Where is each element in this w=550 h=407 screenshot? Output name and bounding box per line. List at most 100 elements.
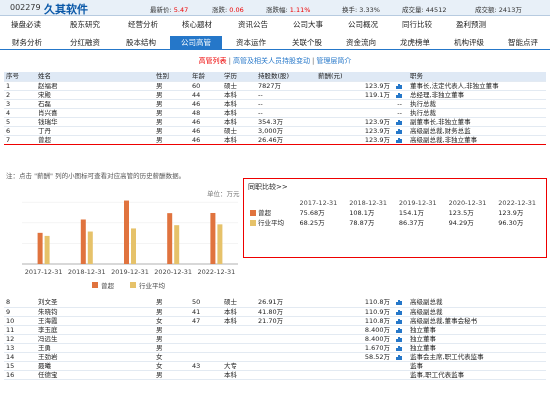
- cell-name[interactable]: 王海霞: [36, 316, 154, 326]
- bar-chart-icon[interactable]: [396, 128, 402, 134]
- col-age[interactable]: 年龄: [190, 72, 222, 82]
- quote-amount: 成交额: 2413万: [475, 6, 522, 14]
- nav-yingli[interactable]: 盈利预测: [446, 18, 496, 32]
- nav-fenhong[interactable]: 分红融资: [60, 36, 110, 50]
- col-post[interactable]: 职务: [408, 72, 546, 82]
- nav-caopan[interactable]: 操盘必读: [2, 18, 50, 32]
- cell-pay: 110.9万: [316, 307, 408, 317]
- quote-turnover: 换手: 3.33%: [342, 6, 380, 14]
- cell-name[interactable]: 刘文圣: [36, 298, 154, 308]
- nav-ziben[interactable]: 资本运作: [226, 36, 276, 50]
- col-sex[interactable]: 性别: [154, 72, 190, 82]
- col-name[interactable]: 姓名: [36, 72, 154, 82]
- bar-chart-icon[interactable]: [396, 345, 402, 351]
- nav-jingying[interactable]: 经营分析: [118, 18, 168, 32]
- nav-guben[interactable]: 股本结构: [116, 36, 166, 50]
- nav-dashi[interactable]: 公司大事: [283, 18, 333, 32]
- table-row[interactable]: 10 王海霞女 47 本科 21.70万 110.8万 高级副总裁,董事会秘书: [4, 316, 546, 326]
- cell-name[interactable]: 石磊: [36, 99, 154, 109]
- cell-post: 独立董事: [408, 334, 546, 344]
- table-row[interactable]: 6 丁丹男 46 硕士 3,000万 123.9万 高级副总裁,财务总监: [4, 126, 546, 136]
- cell-name[interactable]: 冯远生: [36, 334, 154, 344]
- cell-name[interactable]: 钱瑞华: [36, 117, 154, 127]
- nav-zijin[interactable]: 资金流向: [336, 36, 386, 50]
- legend-swatch: [130, 282, 136, 288]
- col-edu[interactable]: 学历: [222, 72, 256, 82]
- cell-name[interactable]: 朱晓钧: [36, 307, 154, 317]
- cell-no: 3: [4, 99, 36, 109]
- nav-jigou[interactable]: 机构评级: [444, 36, 494, 50]
- table-row[interactable]: 11 李玉庭男 8.400万 独立董事: [4, 325, 546, 335]
- table-row[interactable]: 3 石磊男 46 本科 -- -- 执行总裁: [4, 99, 546, 109]
- table-row[interactable]: 7 曾超男 46 本科 26.46万 123.9万 高级副总裁,非独立董事: [4, 134, 546, 145]
- nav-gudong[interactable]: 股东研究: [60, 18, 110, 32]
- cell-name[interactable]: 曾超: [36, 134, 154, 145]
- col-no[interactable]: 序号: [4, 72, 36, 82]
- subtab-list[interactable]: 高管列表: [199, 57, 227, 65]
- bar-chart-icon[interactable]: [396, 354, 402, 360]
- table-row[interactable]: 15 聂曦女 43 大专 监事: [4, 361, 546, 371]
- cell-age: 50: [190, 298, 222, 308]
- table-row[interactable]: 5 钱瑞华男 46 本科 354.3万 123.9万 副董事长,非独立董事: [4, 117, 546, 127]
- cell-sex: 女: [154, 361, 190, 371]
- table-row[interactable]: 12 冯远生男 8.400万 独立董事: [4, 334, 546, 344]
- bar-chart-icon[interactable]: [396, 309, 402, 315]
- cell-name[interactable]: 宋殿: [36, 90, 154, 100]
- col-shares[interactable]: 持股数(股): [256, 72, 316, 82]
- nav-tonghang[interactable]: 同行比较: [392, 18, 442, 32]
- cell-edu: 本科: [222, 108, 256, 118]
- popup-title[interactable]: 同职比较>>: [248, 182, 288, 192]
- nav-hexin[interactable]: 核心题材: [172, 18, 222, 32]
- x-tick-label: 2017-12-31: [25, 268, 63, 276]
- nav-caiwu[interactable]: 财务分析: [4, 36, 50, 50]
- cell-edu: [222, 325, 256, 335]
- cell-post: 副董事长,非独立董事: [408, 117, 546, 127]
- bar-chart-icon[interactable]: [396, 137, 402, 143]
- cell-name[interactable]: 王勇: [36, 343, 154, 353]
- nav-gaikuang[interactable]: 公司概况: [338, 18, 388, 32]
- subtab-holding-changes[interactable]: 高管及相关人员持股变动: [233, 57, 310, 65]
- bar-chart-icon[interactable]: [396, 92, 402, 98]
- nav-divider: [0, 49, 550, 50]
- cell-name[interactable]: 赵福君: [36, 81, 154, 91]
- bar-chart-icon[interactable]: [396, 336, 402, 342]
- cell-pay: 8.400万: [316, 334, 408, 344]
- cell-age: 46: [190, 126, 222, 136]
- cell-edu: [222, 334, 256, 344]
- col-pay[interactable]: 薪酬(元): [316, 72, 408, 82]
- table-row[interactable]: 2 宋殿男 44 本科 -- 119.1万 总经理,非独立董事: [4, 90, 546, 100]
- bar-person: [210, 212, 216, 264]
- bar-chart-icon[interactable]: [396, 318, 402, 324]
- nav-row-2: 财务分析 分红融资 股本结构 公司高管 资本运作 关联个股 资金流向 龙虎榜单 …: [0, 36, 550, 50]
- cell-age: 47: [190, 316, 222, 326]
- bar-chart-icon[interactable]: [396, 83, 402, 89]
- nav-zixun[interactable]: 资讯公告: [228, 18, 278, 32]
- nav-longhu[interactable]: 龙虎榜单: [390, 36, 440, 50]
- bar-industry: [174, 225, 180, 264]
- table-row[interactable]: 1 赵福君男 60 硕士 7827万 123.9万 董事长,法定代表人,非独立董事: [4, 81, 546, 91]
- cell-name[interactable]: 李玉庭: [36, 325, 154, 335]
- table-row[interactable]: 9 朱晓钧男 41 本科 41.80万 110.9万 高级副总裁: [4, 307, 546, 317]
- cell-name[interactable]: 聂曦: [36, 361, 154, 371]
- bar-chart-icon[interactable]: [396, 299, 402, 306]
- bar-chart-icon[interactable]: [396, 119, 402, 125]
- cell-name[interactable]: 任德宝: [36, 370, 154, 380]
- bar-chart-icon[interactable]: [396, 327, 402, 333]
- cell-no: 14: [4, 352, 36, 362]
- cell-name[interactable]: 肖兴喜: [36, 108, 154, 118]
- table-row[interactable]: 4 肖兴喜男 48 本科 -- -- 执行总裁: [4, 108, 546, 118]
- cell-no: 5: [4, 117, 36, 127]
- nav-gaoguan[interactable]: 公司高管: [170, 36, 222, 50]
- nav-zhineng[interactable]: 智能点评: [498, 36, 548, 50]
- cell-shares: 41.80万: [256, 307, 316, 317]
- cell-post: 监事,职工代表监事: [408, 370, 546, 380]
- cell-name[interactable]: 丁丹: [36, 126, 154, 136]
- table-row[interactable]: 8 刘文圣男 50 硕士 26.91万 110.8万 高级副总裁: [4, 298, 546, 308]
- nav-guanlian[interactable]: 关联个股: [282, 36, 332, 50]
- subtab-intro[interactable]: 管理层简介: [316, 57, 351, 65]
- cell-name[interactable]: 王劲岩: [36, 352, 154, 362]
- cell-post: 执行总裁: [408, 108, 546, 118]
- table-row[interactable]: 14 王劲岩女 58.52万 监事会主席,职工代表监事: [4, 352, 546, 362]
- table-row[interactable]: 16 任德宝男 本科 监事,职工代表监事: [4, 370, 546, 380]
- table-row[interactable]: 13 王勇男 1.670万 独立董事: [4, 343, 546, 353]
